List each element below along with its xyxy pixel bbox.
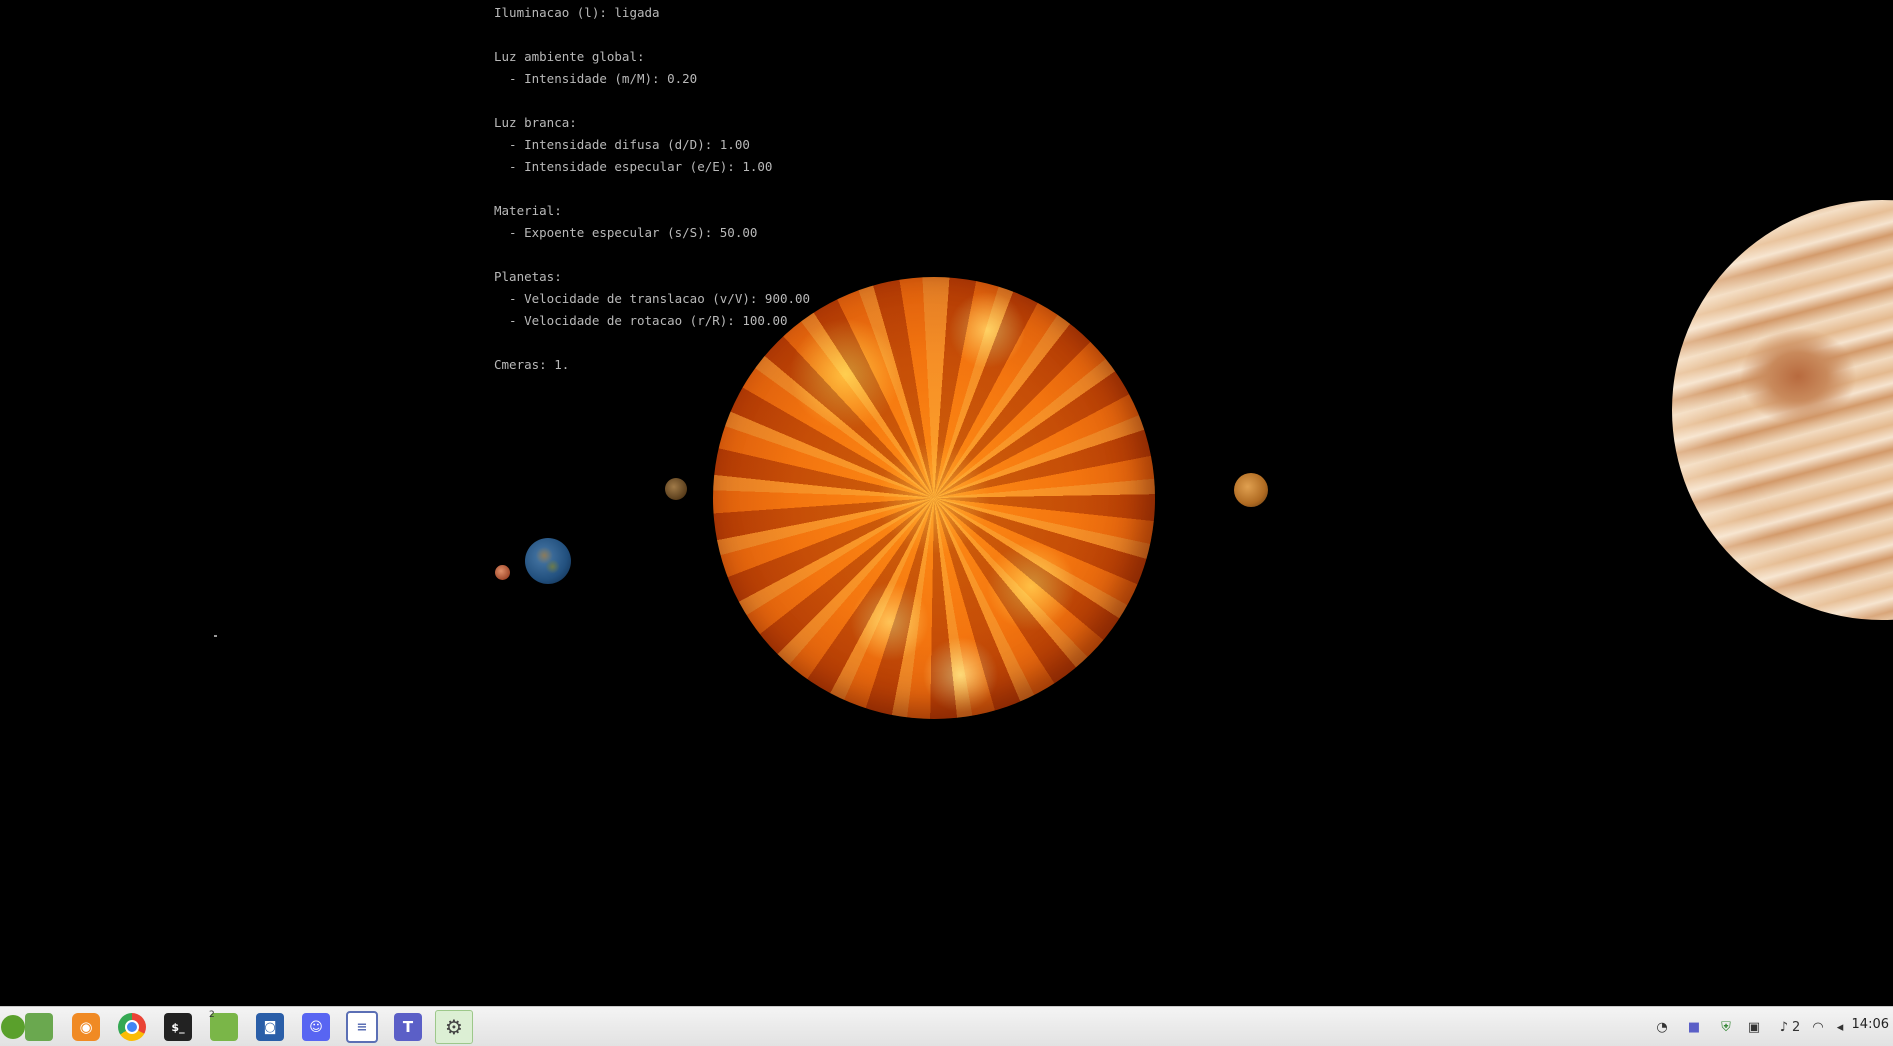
clock[interactable]: 14:06 xyxy=(1852,1017,1889,1032)
screenshot-button[interactable]: ◙ xyxy=(251,1010,289,1044)
screenshot-icon: ◙ xyxy=(256,1013,284,1041)
files-button[interactable] xyxy=(20,1010,58,1044)
teams-icon: T xyxy=(394,1013,422,1041)
mars xyxy=(495,565,510,580)
opengl-viewport[interactable]: Iluminacao (l): ligada Luz ambiente globa… xyxy=(0,0,1893,1006)
mercury xyxy=(665,478,687,500)
hud-line: Luz branca: xyxy=(494,115,577,130)
teams-button[interactable]: T xyxy=(389,1010,427,1044)
terminal-icon: $_ xyxy=(164,1013,192,1041)
earth xyxy=(525,538,571,584)
hud-line: Cmeras: 1. xyxy=(494,357,570,372)
notifications-count: 2 xyxy=(1792,1019,1801,1035)
discord-tray-icon[interactable]: ◔ xyxy=(1650,1017,1674,1037)
settings-button[interactable]: ⚙ xyxy=(435,1010,473,1044)
hud-line: - Velocidade de translacao (v/V): 900.00 xyxy=(494,291,811,306)
discord-button[interactable]: ☺ xyxy=(297,1010,335,1044)
hud-line xyxy=(494,332,810,354)
teams-tray-icon[interactable]: ■ xyxy=(1682,1017,1706,1037)
terminal-button[interactable]: $_ xyxy=(159,1010,197,1044)
jupiter xyxy=(1672,200,1893,620)
clipboard-icon[interactable]: ▣ xyxy=(1742,1017,1766,1037)
chrome-icon xyxy=(118,1013,146,1041)
firefox-button[interactable]: ◉ xyxy=(67,1010,105,1044)
taskbar: ◉ $_ 2 ◙ ☺ ≡ T ⚙ ◔ ■ ⛨ ▣ ♪ 2 ◠ ◂ 14:06 xyxy=(0,1006,1893,1046)
hud-line: Iluminacao (l): ligada xyxy=(494,5,660,20)
hud-line: - Intensidade especular (e/E): 1.00 xyxy=(494,159,773,174)
hud-line: - Intensidade difusa (d/D): 1.00 xyxy=(494,137,750,152)
moon-speck xyxy=(214,635,217,637)
folder-button[interactable]: 2 xyxy=(205,1010,243,1044)
wifi-icon[interactable]: ◠ xyxy=(1806,1017,1830,1037)
volume-icon[interactable]: ◂ xyxy=(1828,1017,1852,1037)
hud-line: - Intensidade (m/M): 0.20 xyxy=(494,71,698,86)
discord-icon: ☺ xyxy=(302,1013,330,1041)
settings-icon: ⚙ xyxy=(445,1015,463,1039)
text-editor-icon: ≡ xyxy=(346,1011,378,1043)
hud-line: - Expoente especular (s/S): 50.00 xyxy=(494,225,758,240)
bell-icon: ♪ xyxy=(1779,1019,1788,1035)
hud-line xyxy=(494,178,810,200)
hud-line xyxy=(494,90,810,112)
hud-line: - Velocidade de rotacao (r/R): 100.00 xyxy=(494,313,788,328)
hud-line: Luz ambiente global: xyxy=(494,49,645,64)
notifications-tray[interactable]: ♪ 2 xyxy=(1770,1017,1810,1037)
files-icon xyxy=(25,1013,53,1041)
text-editor-button[interactable]: ≡ xyxy=(343,1010,381,1044)
chrome-button[interactable] xyxy=(113,1010,151,1044)
shield-icon[interactable]: ⛨ xyxy=(1714,1017,1738,1037)
firefox-icon: ◉ xyxy=(72,1013,100,1041)
hud-line xyxy=(494,244,810,266)
workspace-badge: 2 xyxy=(209,1010,215,1020)
hud-line: Planetas: xyxy=(494,269,562,284)
venus xyxy=(1234,473,1268,507)
hud-line: Material: xyxy=(494,203,562,218)
hud-panel: Iluminacao (l): ligada Luz ambiente globa… xyxy=(494,2,810,376)
hud-line xyxy=(494,24,810,46)
